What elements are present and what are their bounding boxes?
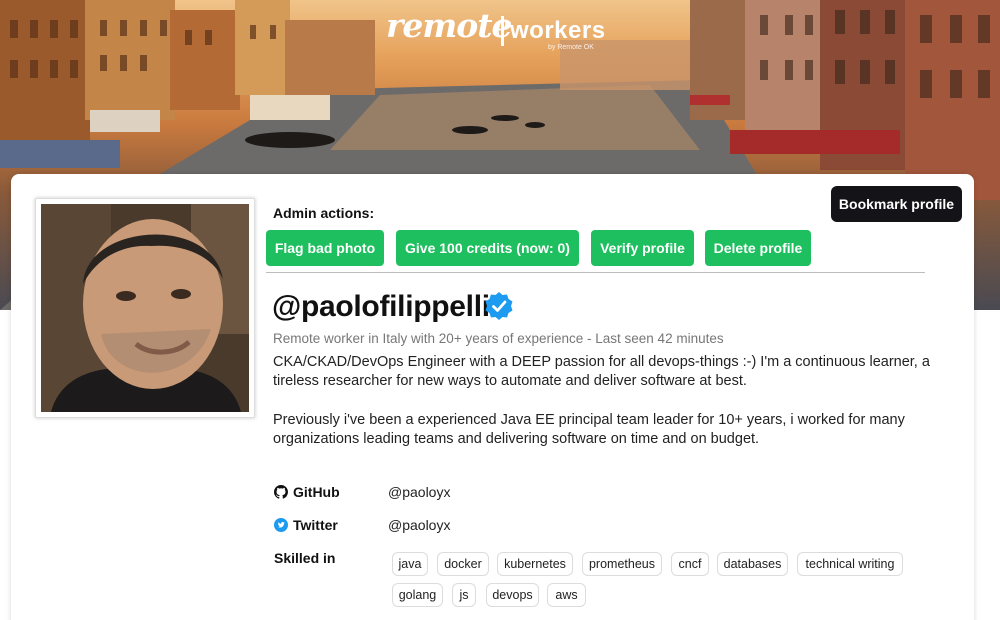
- skill-tag[interactable]: java: [392, 552, 428, 576]
- admin-actions-label: Admin actions:: [273, 205, 375, 221]
- brand-word-left: remote: [386, 6, 513, 45]
- verified-badge-icon: [485, 292, 513, 320]
- avatar: [35, 198, 255, 418]
- bookmark-profile-button[interactable]: Bookmark profile: [831, 186, 962, 222]
- brand-byline: by Remote OK: [548, 44, 594, 51]
- brand-word-right: workers: [510, 17, 606, 44]
- give-credits-button[interactable]: Give 100 credits (now: 0): [396, 230, 579, 266]
- skill-tag[interactable]: prometheus: [582, 552, 662, 576]
- twitter-label: Twitter: [274, 517, 338, 533]
- github-label-text: GitHub: [293, 484, 340, 500]
- skills-label: Skilled in: [274, 550, 336, 566]
- github-label: GitHub: [274, 484, 340, 500]
- github-icon: [274, 485, 288, 499]
- profile-username: @paolofilippelli: [272, 290, 490, 323]
- delete-profile-button[interactable]: Delete profile: [705, 230, 811, 266]
- verify-profile-button[interactable]: Verify profile: [591, 230, 694, 266]
- bio-paragraph-2: Previously i've been a experienced Java …: [273, 412, 905, 447]
- skill-tag[interactable]: js: [452, 583, 476, 607]
- twitter-handle[interactable]: @paoloyx: [388, 517, 450, 533]
- skill-tag[interactable]: devops: [486, 583, 539, 607]
- bio-paragraph-1: CKA/CKAD/DevOps Engineer with a DEEP pas…: [273, 354, 930, 389]
- github-handle[interactable]: @paoloyx: [388, 484, 450, 500]
- twitter-label-text: Twitter: [293, 517, 338, 533]
- skill-tag[interactable]: cncf: [671, 552, 709, 576]
- skill-tag[interactable]: docker: [437, 552, 489, 576]
- skill-tag[interactable]: technical writing: [797, 552, 903, 576]
- profile-photo: [41, 204, 249, 412]
- brand-logo[interactable]: remote workers by Remote OK: [386, 6, 626, 52]
- brand-divider: [501, 16, 504, 46]
- profile-subline: Remote worker in Italy with 20+ years of…: [273, 331, 724, 346]
- skill-tag[interactable]: databases: [717, 552, 788, 576]
- twitter-icon: [274, 518, 288, 532]
- flag-bad-photo-button[interactable]: Flag bad photo: [266, 230, 384, 266]
- section-divider: [266, 272, 925, 273]
- skill-tag[interactable]: aws: [547, 583, 586, 607]
- skill-tag[interactable]: golang: [392, 583, 443, 607]
- skill-tag[interactable]: kubernetes: [497, 552, 573, 576]
